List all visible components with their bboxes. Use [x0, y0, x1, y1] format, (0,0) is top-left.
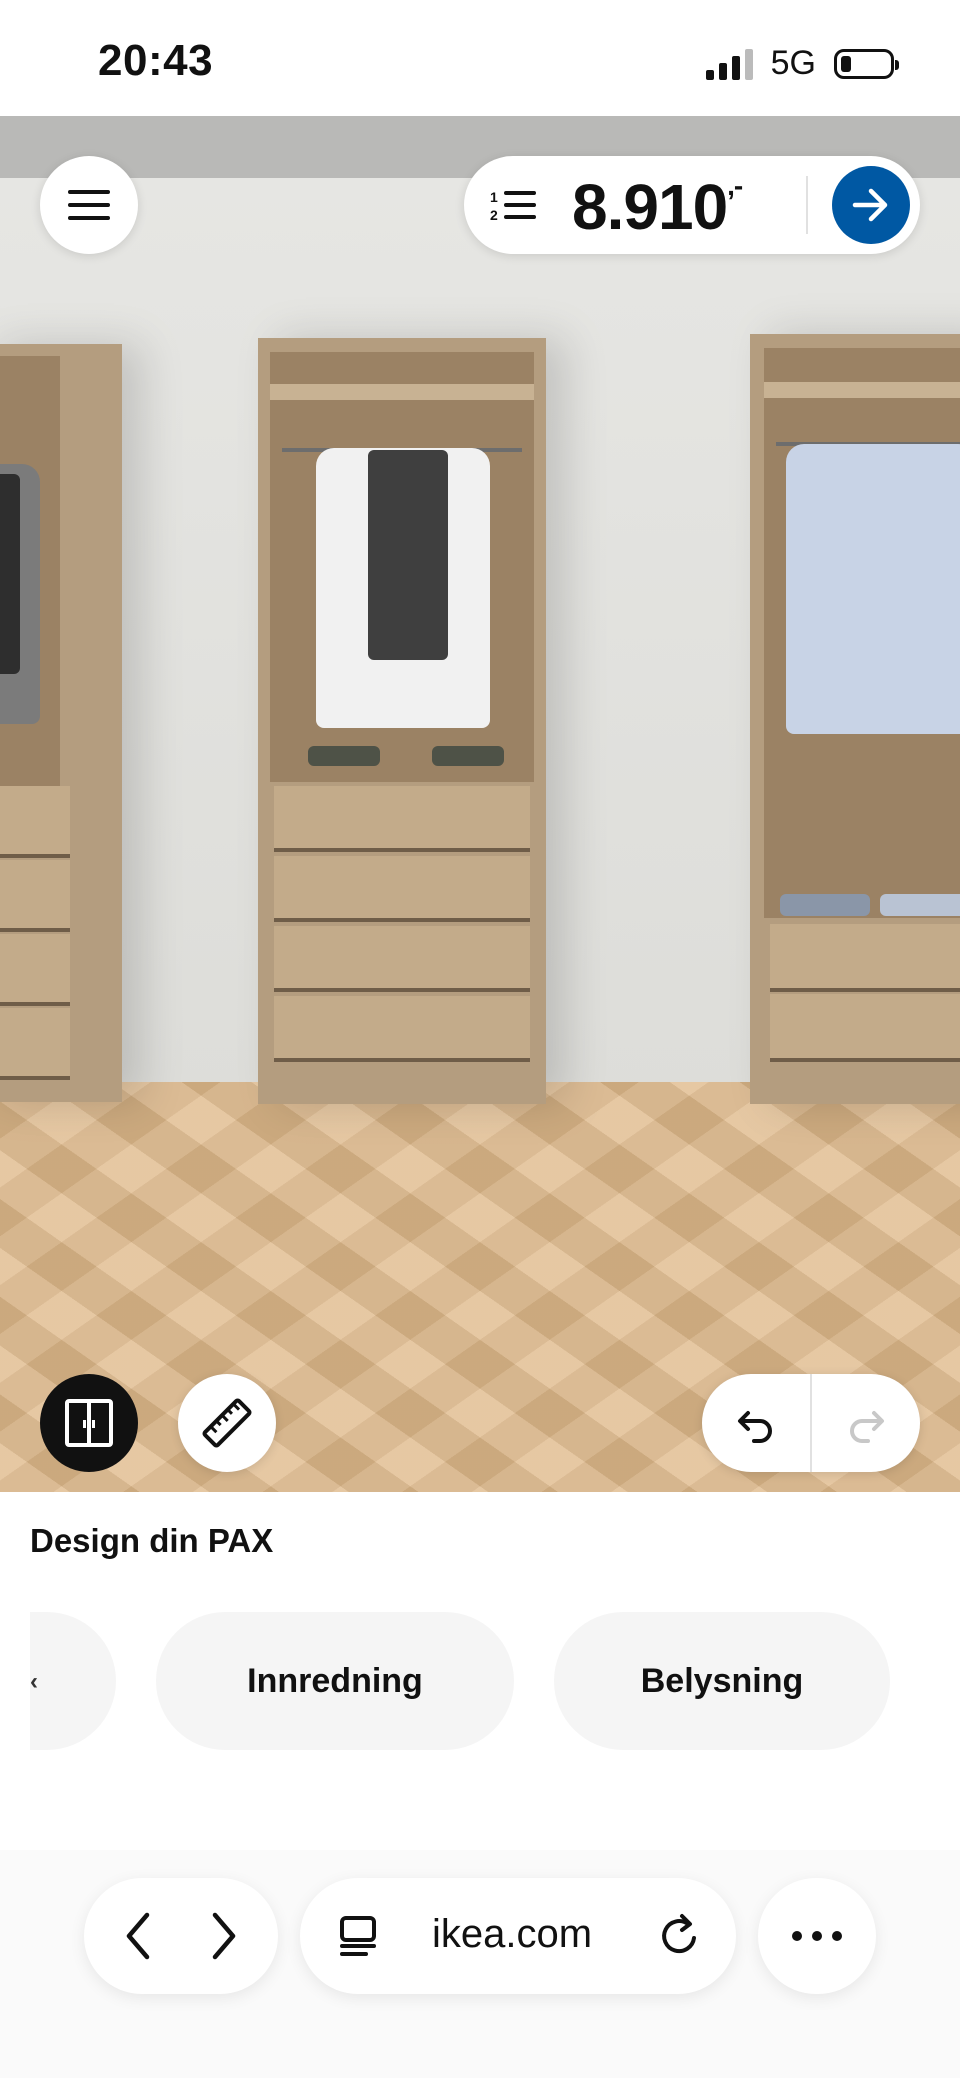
- numbered-list-icon: 1 2: [490, 189, 536, 223]
- price-summary[interactable]: 1 2 8.910,-: [464, 156, 920, 254]
- battery-low-icon: [834, 48, 899, 79]
- arrow-right-icon: [852, 188, 888, 222]
- status-time: 20:43: [98, 36, 214, 85]
- tabs-icon: [340, 1916, 376, 1956]
- toggle-doors-button[interactable]: [40, 1374, 138, 1472]
- undo-button[interactable]: [702, 1374, 810, 1472]
- panel-title: Design din PAX: [30, 1522, 274, 1559]
- wardrobe-right[interactable]: [750, 334, 960, 1104]
- continue-button[interactable]: [832, 166, 910, 244]
- ruler-icon: [202, 1398, 252, 1448]
- status-bar: 20:43 5G: [0, 0, 960, 116]
- address-bar[interactable]: ikea.com: [300, 1878, 736, 1994]
- svg-text:2: 2: [490, 207, 498, 223]
- measure-button[interactable]: [178, 1374, 276, 1472]
- cellular-signal-icon: [705, 48, 753, 80]
- category-chip-innredning[interactable]: Innredning: [156, 1612, 514, 1750]
- wardrobe-3d-view[interactable]: [0, 116, 960, 1492]
- chevron-left-icon: [126, 1912, 150, 1960]
- category-chips: ‹ Innredning Belysning: [30, 1612, 930, 1752]
- hamburger-menu-icon: [68, 190, 110, 220]
- more-button[interactable]: [758, 1878, 876, 1994]
- forward-button[interactable]: [194, 1906, 254, 1966]
- navigation-pill: [84, 1878, 278, 1994]
- redo-icon: [850, 1411, 884, 1443]
- price-suffix: ,-: [727, 170, 743, 201]
- divider: [806, 176, 808, 234]
- status-indicators: 5G: [705, 44, 899, 83]
- category-chip-previous[interactable]: ‹: [30, 1612, 116, 1750]
- browser-toolbar: ikea.com: [0, 1850, 960, 2078]
- network-type: 5G: [770, 44, 816, 82]
- svg-text:1: 1: [490, 189, 498, 205]
- wardrobe-left[interactable]: [0, 344, 122, 1102]
- reload-icon[interactable]: [658, 1912, 702, 1958]
- wardrobe-center[interactable]: [258, 338, 546, 1104]
- redo-button[interactable]: [812, 1374, 920, 1472]
- more-dots-icon: [792, 1931, 842, 1941]
- price-value: 8.910: [572, 171, 728, 243]
- menu-button[interactable]: [40, 156, 138, 254]
- category-chip-belysning[interactable]: Belysning: [554, 1612, 890, 1750]
- back-button[interactable]: [108, 1906, 168, 1966]
- wardrobe-doors-icon: [65, 1399, 113, 1447]
- total-price: 8.910,-: [572, 170, 743, 244]
- url-text: ikea.com: [432, 1912, 593, 1956]
- chevron-right-icon: [212, 1912, 236, 1960]
- undo-icon: [738, 1411, 772, 1443]
- chevron-left-icon: ‹: [30, 1668, 38, 1695]
- undo-redo-controls: [702, 1374, 920, 1472]
